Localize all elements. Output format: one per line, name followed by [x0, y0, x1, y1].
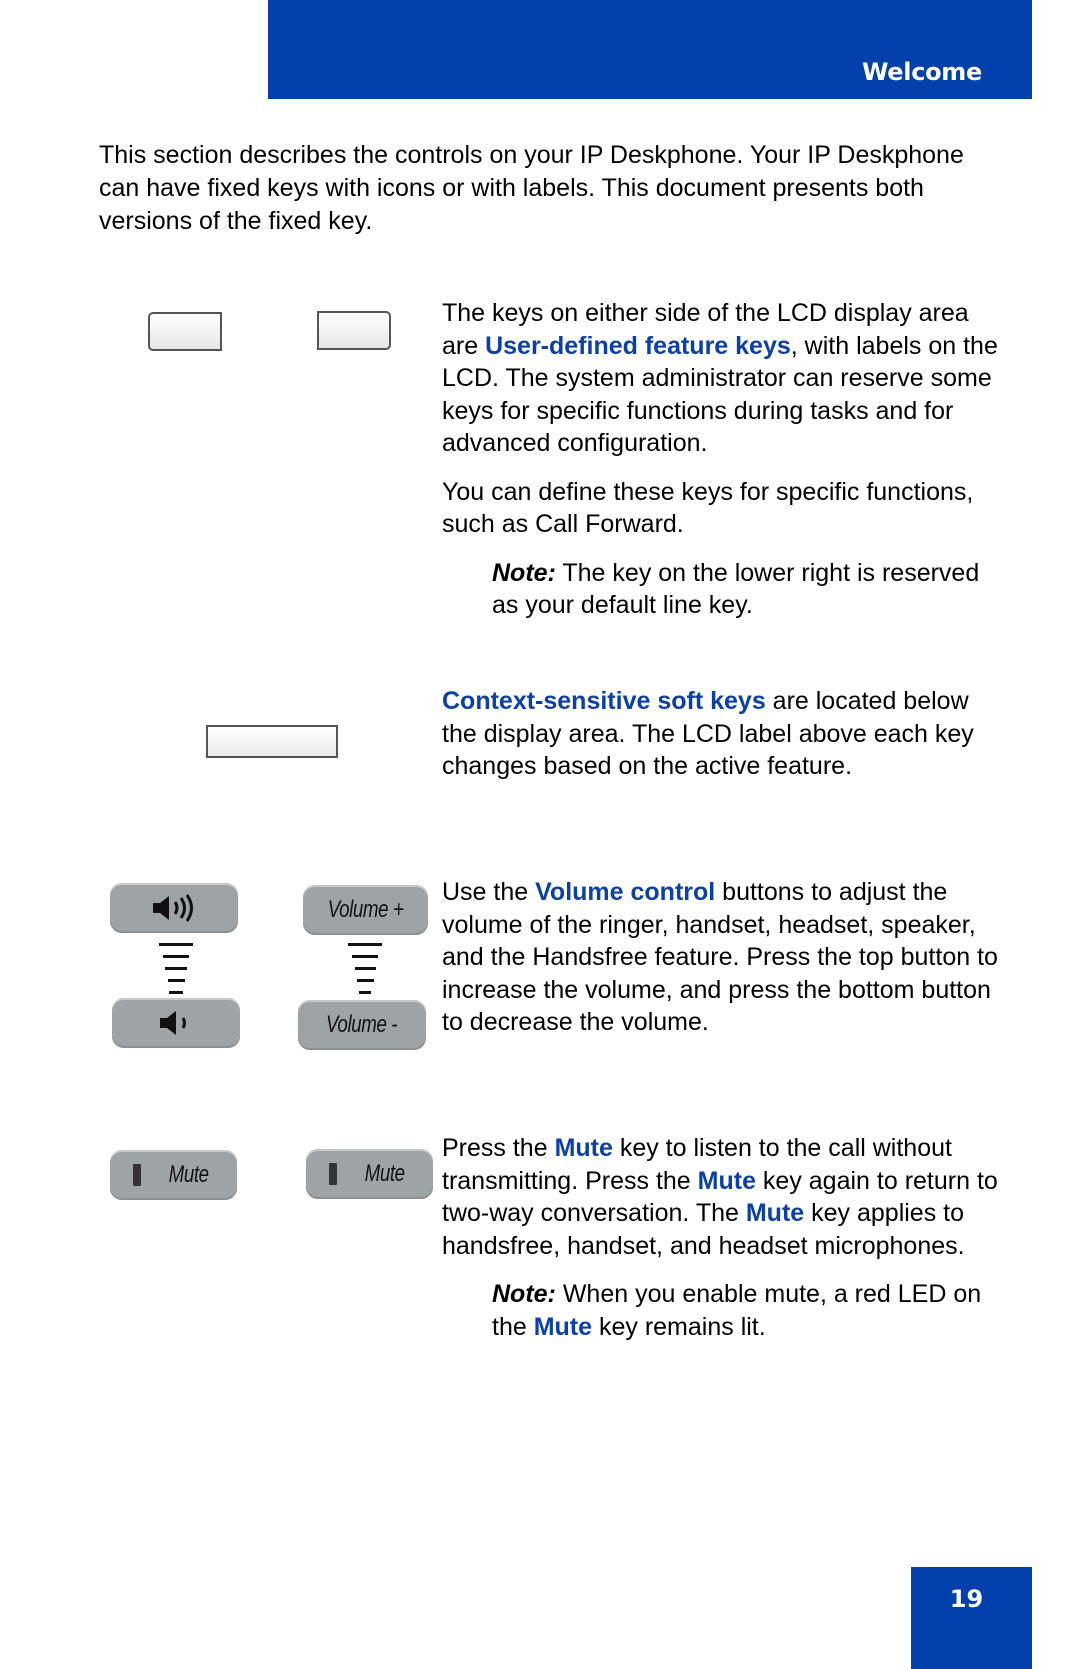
feature-keys-term: User-defined feature keys [485, 331, 791, 360]
mute-note: Note: When you enable mute, a red LED on… [492, 1280, 982, 1341]
soft-keys-section: Context-sensitive soft keys are located … [442, 685, 1002, 799]
mute-led-icon [328, 1163, 337, 1185]
volume-down-icon-button [112, 998, 240, 1048]
feature-keys-description: The keys on either side of the LCD displ… [442, 299, 998, 457]
volume-level-ladder-icon [345, 943, 385, 994]
volume-term: Volume control [535, 878, 716, 906]
mute-led-icon [132, 1164, 141, 1186]
soft-keys-description: Context-sensitive soft keys are located … [442, 687, 974, 780]
volume-up-icon-button [110, 883, 238, 933]
page-number-box: 19 [911, 1567, 1032, 1669]
intro-paragraph: This section describes the controls on y… [99, 141, 964, 235]
feature-keys-section: The keys on either side of the LCD displ… [442, 297, 1002, 638]
mute-section: Press the Mute key to listen to the call… [442, 1132, 1002, 1359]
volume-plus-label-button: Volume + [303, 885, 428, 935]
feature-keys-note: Note: The key on the lower right is rese… [492, 558, 980, 620]
mute-description: Press the Mute key to listen to the call… [442, 1134, 998, 1260]
page-header-bar: Welcome [268, 0, 1032, 99]
feature-key-left-icon [148, 312, 222, 351]
page-number: 19 [949, 1585, 984, 1613]
volume-description: Use the Volume control buttons to adjust… [442, 878, 998, 1036]
soft-key-icon [206, 725, 338, 758]
volume-level-ladder-icon [156, 943, 196, 994]
volume-minus-label-button: Volume - [298, 1000, 426, 1050]
volume-section: Use the Volume control buttons to adjust… [442, 876, 1002, 1055]
mute-button-variant-2: Mute [306, 1149, 433, 1199]
section-title: Welcome [861, 58, 982, 86]
speaker-quiet-icon [160, 1011, 186, 1035]
mute-button-variant-1: Mute [110, 1150, 237, 1200]
feature-keys-define: You can define these keys for specific f… [442, 477, 974, 539]
soft-keys-term: Context-sensitive soft keys [442, 687, 766, 715]
speaker-loud-icon [153, 894, 193, 922]
feature-key-right-icon [317, 311, 391, 350]
